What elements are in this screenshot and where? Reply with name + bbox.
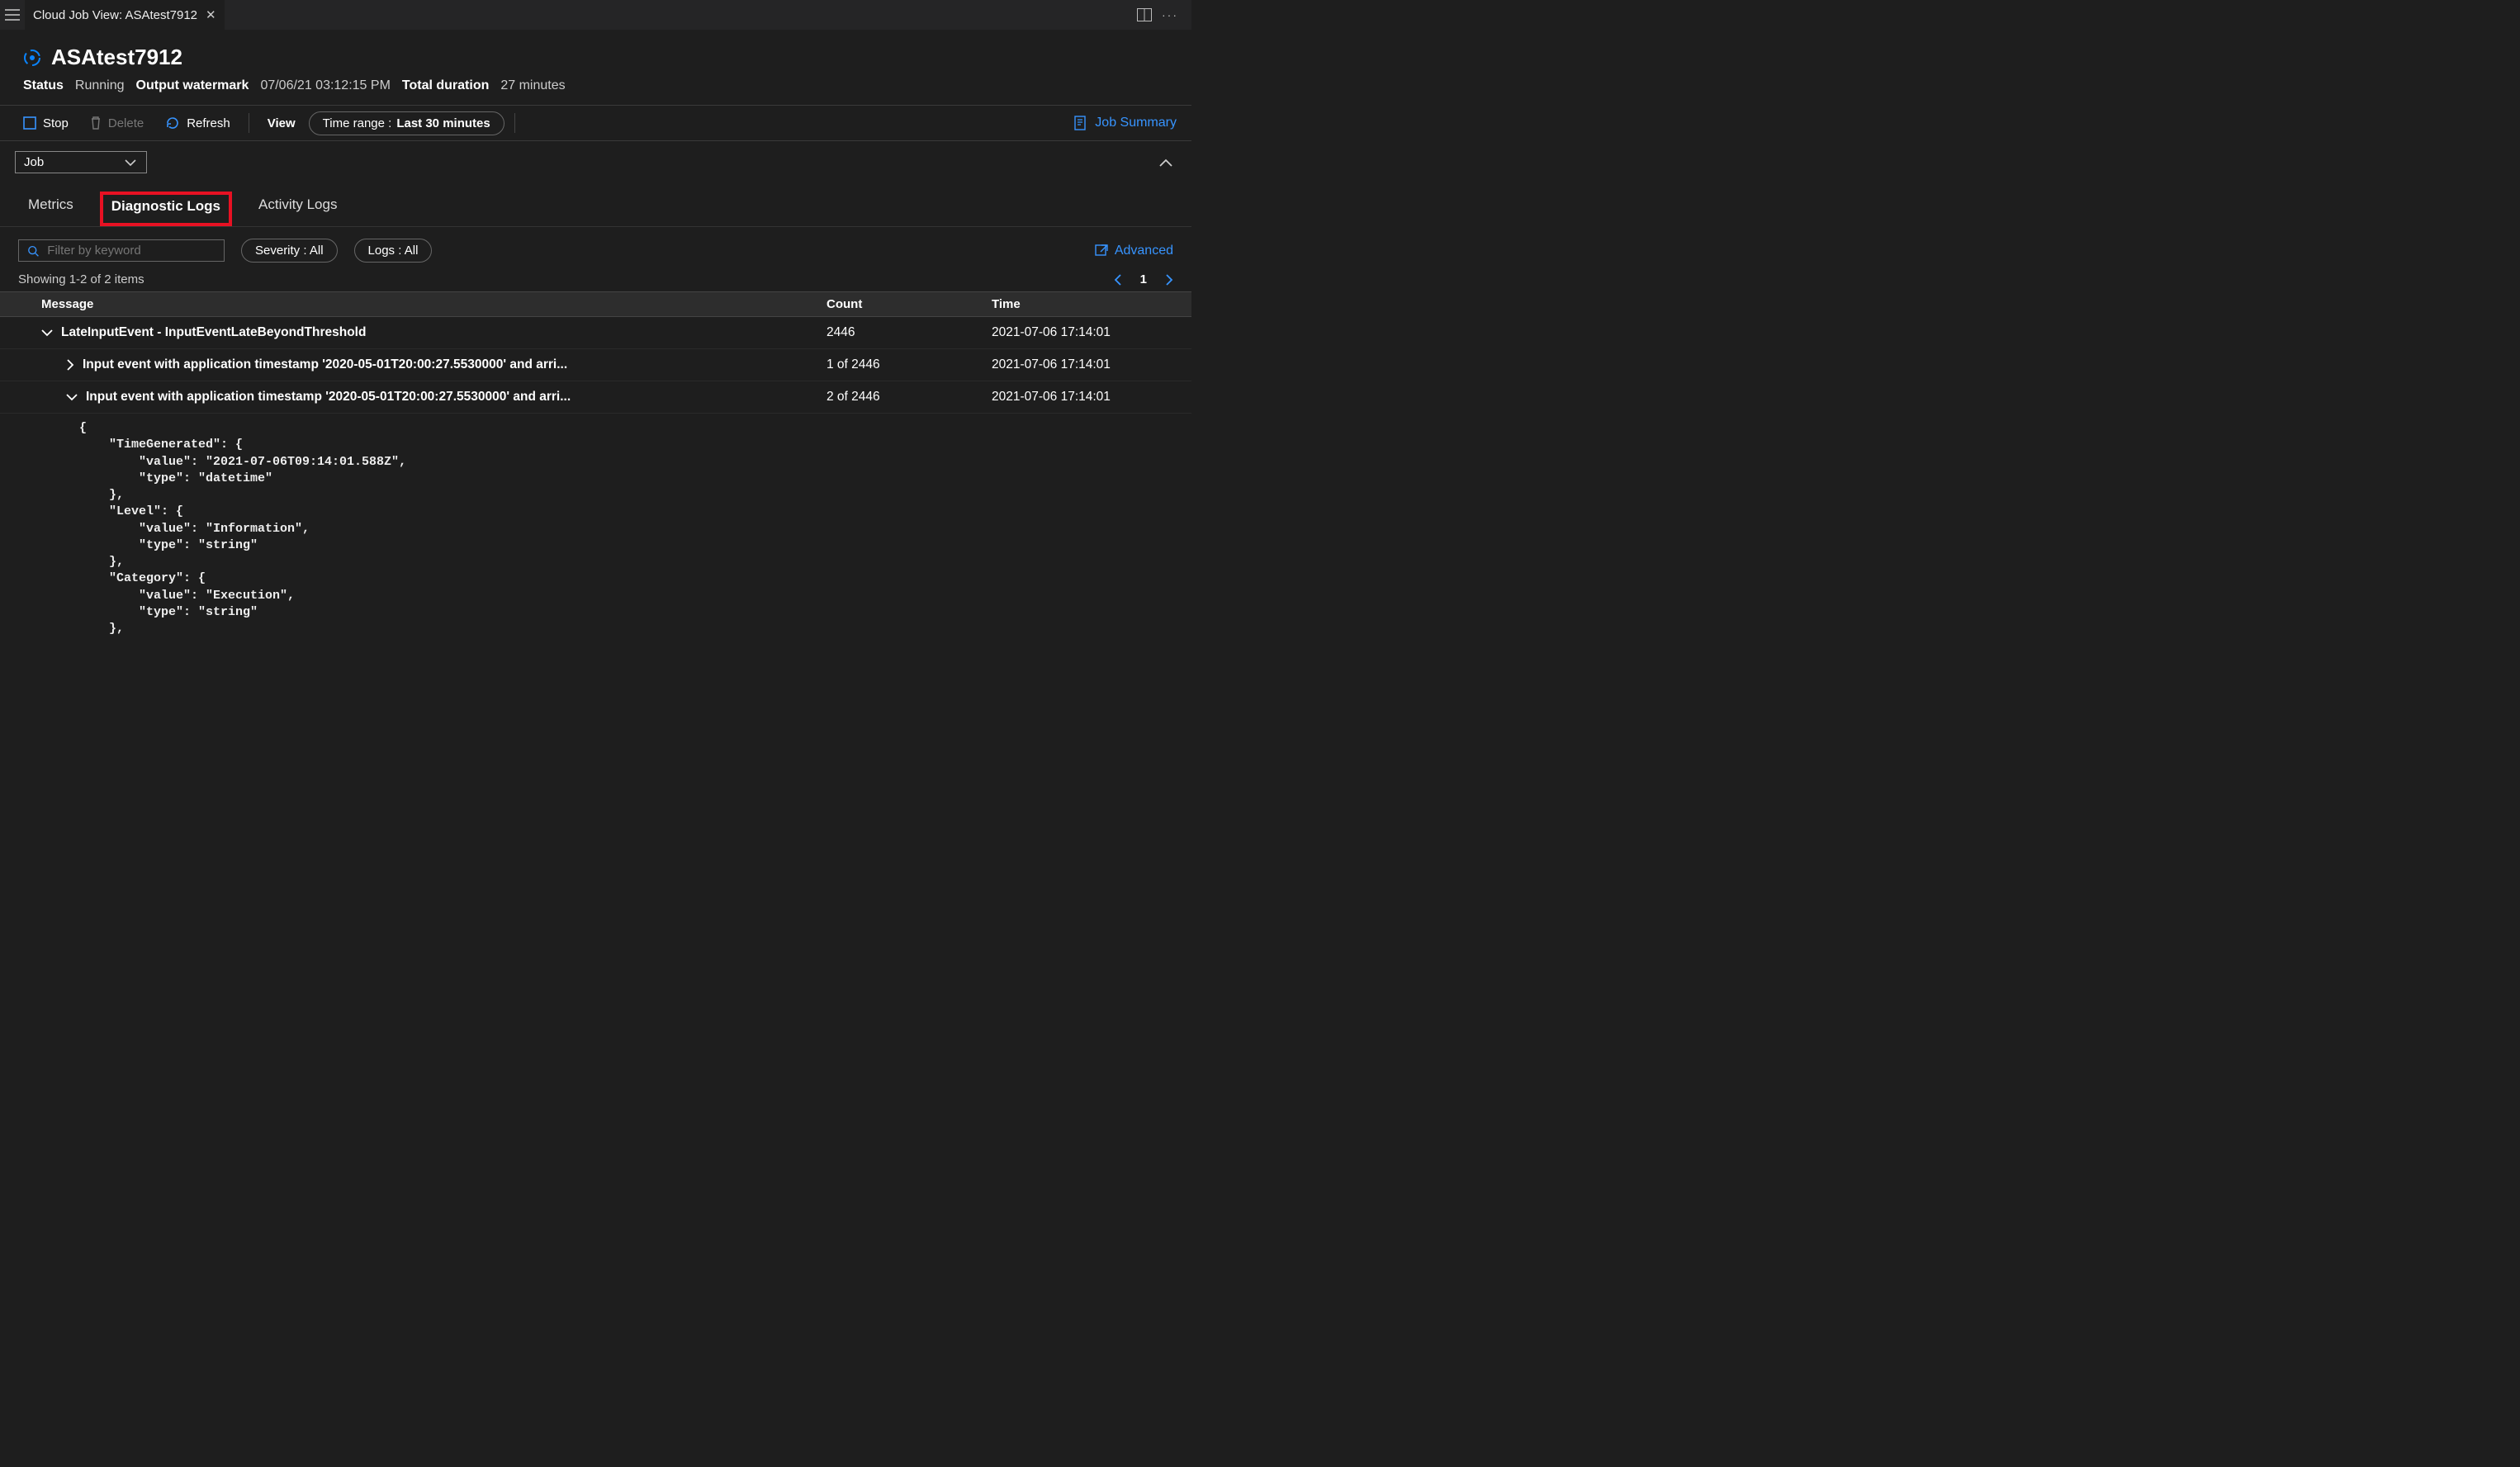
toolbar: Stop Delete Refresh View Time range : La…: [0, 105, 1191, 141]
scope-select[interactable]: Job: [15, 151, 147, 173]
close-icon[interactable]: ✕: [206, 7, 216, 22]
job-header: ASAtest7912 Status Running Output waterm…: [0, 30, 1191, 105]
chevron-down-icon: [41, 329, 53, 337]
next-page-icon[interactable]: [1165, 274, 1173, 286]
tab-activity-logs[interactable]: Activity Logs: [255, 192, 340, 226]
keyword-input[interactable]: [47, 244, 216, 258]
col-count: Count: [827, 297, 992, 311]
split-editor-icon[interactable]: [1137, 8, 1152, 21]
chevron-right-icon: [66, 359, 74, 371]
stream-analytics-icon: [23, 49, 41, 67]
delete-button: Delete: [82, 111, 152, 135]
collapse-section-icon[interactable]: [1158, 158, 1173, 168]
menu-icon[interactable]: [5, 9, 20, 21]
status-label: Status: [23, 78, 64, 93]
editor-tab-bar: Cloud Job View: ASAtest7912 ✕ ···: [0, 0, 1191, 30]
duration-value: 27 minutes: [500, 78, 565, 93]
pager: 1: [1114, 272, 1173, 286]
col-message: Message: [41, 297, 827, 311]
chevron-down-icon: [125, 159, 136, 167]
table-header: Message Count Time: [0, 291, 1191, 317]
advanced-link[interactable]: Advanced: [1095, 244, 1173, 258]
separator: [514, 113, 515, 133]
stop-button[interactable]: Stop: [15, 111, 77, 135]
tab-metrics[interactable]: Metrics: [25, 192, 77, 226]
keyword-search[interactable]: [18, 239, 225, 262]
view-label: View: [259, 111, 304, 135]
time-range-picker[interactable]: Time range : Last 30 minutes: [309, 111, 504, 135]
table-row[interactable]: LateInputEvent - InputEventLateBeyondThr…: [0, 317, 1191, 349]
severity-filter[interactable]: Severity : All: [241, 239, 338, 263]
subtab-row: Metrics Diagnostic Logs Activity Logs: [0, 178, 1191, 227]
log-json-detail: { "TimeGenerated": { "value": "2021-07-0…: [0, 414, 1191, 637]
chevron-down-icon: [66, 393, 78, 401]
results-summary: Showing 1-2 of 2 items 1: [0, 267, 1191, 291]
tab-title: Cloud Job View: ASAtest7912: [33, 8, 197, 22]
job-summary-link[interactable]: Job Summary: [1073, 116, 1177, 130]
logs-filter[interactable]: Logs : All: [354, 239, 433, 263]
scope-row: Job: [0, 141, 1191, 178]
search-icon: [27, 244, 39, 258]
table-row[interactable]: Input event with application timestamp '…: [0, 381, 1191, 414]
filter-row: Severity : All Logs : All Advanced: [0, 227, 1191, 267]
status-value: Running: [75, 78, 125, 93]
table-row[interactable]: Input event with application timestamp '…: [0, 349, 1191, 381]
showing-text: Showing 1-2 of 2 items: [18, 272, 144, 286]
editor-tab[interactable]: Cloud Job View: ASAtest7912 ✕: [25, 0, 225, 30]
page-number: 1: [1140, 272, 1147, 286]
refresh-button[interactable]: Refresh: [157, 111, 239, 135]
job-title: ASAtest7912: [51, 45, 182, 70]
col-time: Time: [992, 297, 1173, 311]
watermark-value: 07/06/21 03:12:15 PM: [260, 78, 390, 93]
watermark-label: Output watermark: [136, 78, 249, 93]
tab-diagnostic-logs[interactable]: Diagnostic Logs: [100, 192, 232, 226]
duration-label: Total duration: [402, 78, 489, 93]
prev-page-icon[interactable]: [1114, 274, 1122, 286]
more-icon[interactable]: ···: [1162, 8, 1178, 21]
